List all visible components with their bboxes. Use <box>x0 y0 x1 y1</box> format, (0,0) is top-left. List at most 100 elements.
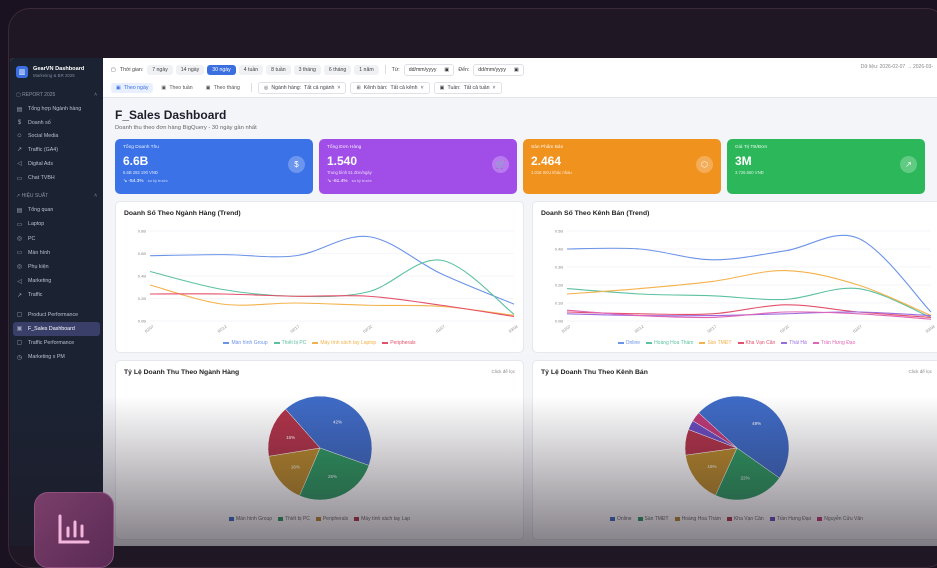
legend-swatch <box>354 516 360 521</box>
trend-channel-title: Doanh Số Theo Kênh Bán (Trend) <box>541 210 650 217</box>
industry-select[interactable]: ◎ Ngành hàng: Tất cả ngành ˅ <box>257 81 347 94</box>
slice-label: 22% <box>741 476 750 481</box>
sidebar-item[interactable]: ◎ PC <box>10 232 103 246</box>
pie-industry-legend: Màn hình Group Thiết bị PC Peripherals Máy … <box>116 516 523 522</box>
trend-industry-legend: Màn hình Group Thiết bị PC Máy tính xách t… <box>116 340 523 346</box>
kpi-delta-note: so kỳ trước <box>351 178 372 183</box>
group-tab[interactable]: ▣ Theo tháng <box>201 83 245 93</box>
legend-item[interactable]: Online <box>610 516 632 522</box>
legend-item[interactable]: Kha Vạn Cân <box>726 516 764 522</box>
series-line[interactable] <box>149 259 515 315</box>
x-tick-label: 02/17 <box>706 323 718 333</box>
brand[interactable]: ▥ GearVN Dashboard Marketing & BR 2025 <box>10 58 103 84</box>
sidebar-item[interactable]: ▤ Tổng hợp Ngành hàng <box>10 102 103 116</box>
legend-swatch <box>781 341 788 344</box>
y-tick-label: 0.2B <box>138 296 147 301</box>
sidebar-item[interactable]: ▭ Màn hình <box>10 246 103 260</box>
legend-item[interactable]: Thái Hà <box>781 340 807 346</box>
range-chip[interactable]: 6 tháng <box>323 64 352 75</box>
range-chip[interactable]: 3 tháng <box>293 64 321 75</box>
legend-item[interactable]: Sàn TMĐT <box>699 340 732 346</box>
kpi-label: Tổng Đơn Hàng <box>327 145 362 150</box>
kpi-subtext: 1.016 SKU khác nhau <box>531 170 572 175</box>
sidebar-item[interactable]: ↗ Traffic <box>10 288 103 302</box>
kpi-value: 1.540 <box>327 154 358 168</box>
legend-item[interactable]: Hoàng Hoa Thám <box>646 340 693 346</box>
range-chip[interactable]: 7 ngày <box>147 64 173 75</box>
group-tab[interactable]: ▣ Theo tuần <box>156 83 197 93</box>
legend-item[interactable]: Thiết bị PC <box>273 340 306 346</box>
sidebar-item[interactable]: ◎ Phụ kiện <box>10 260 103 274</box>
y-tick-label: 0.3B <box>555 265 564 270</box>
cart-icon: ⊞ <box>356 84 361 91</box>
trend-industry-chart[interactable]: 0.8B 0.6B 0.4B 0.2B 0.0B02/07 02/12 02/17 02/22… <box>116 217 525 335</box>
pie-industry-chart[interactable]: 42% 26% 16% 16% <box>116 376 525 511</box>
legend-item[interactable]: Kha Vạn Cân <box>737 340 775 346</box>
series-line[interactable] <box>149 284 515 316</box>
trend-channel-card: Doanh Số Theo Kênh Bán (Trend) 0.5B 0.4B 0… <box>532 201 937 353</box>
pie-channel-chart[interactable]: 48% 22% 16% <box>533 376 937 511</box>
x-tick-label: 02/22 <box>779 323 791 333</box>
legend-item[interactable]: Trần Hưng Đạo <box>769 516 811 522</box>
channel-select[interactable]: ⊞ Kênh bán: Tất cả kênh ˅ <box>350 81 430 94</box>
pie-filter-link[interactable]: Click để lọc <box>909 369 933 374</box>
legend-item[interactable]: Peripherals <box>315 516 348 522</box>
legend-item[interactable]: Máy tính xách tay Laptop <box>312 340 376 346</box>
sidebar-item[interactable]: $ Doanh số <box>10 116 103 129</box>
trend-channel-chart[interactable]: 0.5B 0.4B 0.3B 0.2B 0.1B 0.0B02/07 02/12 02/17 0… <box>533 217 937 335</box>
app-dock-icon[interactable] <box>34 492 114 568</box>
sidebar-item[interactable]: ◁ Marketing <box>10 274 103 288</box>
sidebar-item[interactable]: ▤ Tổng quan <box>10 203 103 217</box>
kpi-label: Sản Phẩm Bán <box>531 145 564 150</box>
week-label: Tuần: <box>447 84 461 91</box>
series-line[interactable] <box>566 309 932 320</box>
pie-filter-link[interactable]: Click để lọc <box>492 369 516 374</box>
sidebar-item[interactable]: ▢ Traffic Performance <box>10 336 103 350</box>
range-chip[interactable]: 8 tuần <box>266 64 291 75</box>
range-chip[interactable]: 1 năm <box>354 64 379 75</box>
nav-section-report[interactable]: ▢ REPORT 2025 ˄ <box>10 88 103 102</box>
sidebar-item[interactable]: ▣ F_Sales Dashboard <box>13 321 100 336</box>
trend-icon: ↗ <box>16 292 23 299</box>
legend-item[interactable]: Màn hình Group <box>223 340 268 346</box>
series-line[interactable] <box>566 234 932 313</box>
sidebar-item[interactable]: ▭ Chat TVBH <box>10 171 103 185</box>
slice-label: 16% <box>707 464 716 469</box>
sidebar-item[interactable]: ◁ Digital Ads <box>10 157 103 171</box>
legend-item[interactable]: Máy tính xách tay Lap <box>354 516 410 522</box>
from-date-input[interactable]: dd/mm/yyyy ▣ <box>403 63 455 76</box>
legend-item[interactable]: Màn hình Group <box>228 516 272 522</box>
trend-industry-title: Doanh Số Theo Ngành Hàng (Trend) <box>124 210 241 217</box>
y-tick-label: 0.0B <box>138 319 147 324</box>
bullhorn-icon: ◁ <box>17 278 22 285</box>
cart-icon: 🛒 <box>492 156 509 173</box>
series-line[interactable] <box>149 293 515 318</box>
group-tab[interactable]: ▣ Theo ngày <box>111 82 154 93</box>
legend-item[interactable]: Trần Hưng Đạo <box>812 340 855 346</box>
y-tick-label: 0.4B <box>555 247 564 252</box>
week-select[interactable]: ▣ Tuần: Tất cả tuần ˅ <box>433 81 502 94</box>
x-tick-label: 02/07 <box>144 323 156 333</box>
trend-industry-card: Doanh Số Theo Ngành Hàng (Trend) 0.8B 0.6… <box>115 201 524 353</box>
brand-subtitle: Marketing & BR 2025 <box>33 73 75 78</box>
range-chip[interactable]: 4 tuần <box>238 64 264 75</box>
to-date-input[interactable]: dd/mm/yyyy ▣ <box>473 63 524 76</box>
sidebar-item[interactable]: ▢ Product Performance <box>10 307 103 321</box>
legend-item[interactable]: Peripherals <box>382 340 416 346</box>
chat-icon: ▭ <box>16 175 23 182</box>
sidebar-item[interactable]: ↗ Traffic (GA4) <box>10 143 103 157</box>
calendar-icon: ▣ <box>439 84 445 91</box>
kpi-delta-value: ↘ -54.3% <box>123 179 144 184</box>
kpi-label: Tổng Doanh Thu <box>123 145 159 150</box>
legend-item[interactable]: Hoàng Hoa Thám <box>674 516 721 522</box>
legend-item[interactable]: Sàn TMĐT <box>637 516 669 522</box>
sidebar-item[interactable]: ◷ Marketing x PM <box>10 350 103 364</box>
sidebar-item[interactable]: ☺ Social Media <box>10 129 103 142</box>
range-chip[interactable]: 30 ngày <box>207 64 236 75</box>
legend-item[interactable]: Online <box>617 340 640 346</box>
legend-item[interactable]: Nguyễn Cửu Vân <box>817 516 863 522</box>
sidebar-item[interactable]: ▭ Laptop <box>10 217 103 231</box>
nav-section-performance[interactable]: ↗ HIỆU SUẤT ˄ <box>10 189 103 203</box>
range-chip[interactable]: 14 ngày <box>175 64 205 75</box>
legend-item[interactable]: Thiết bị PC <box>278 516 310 522</box>
